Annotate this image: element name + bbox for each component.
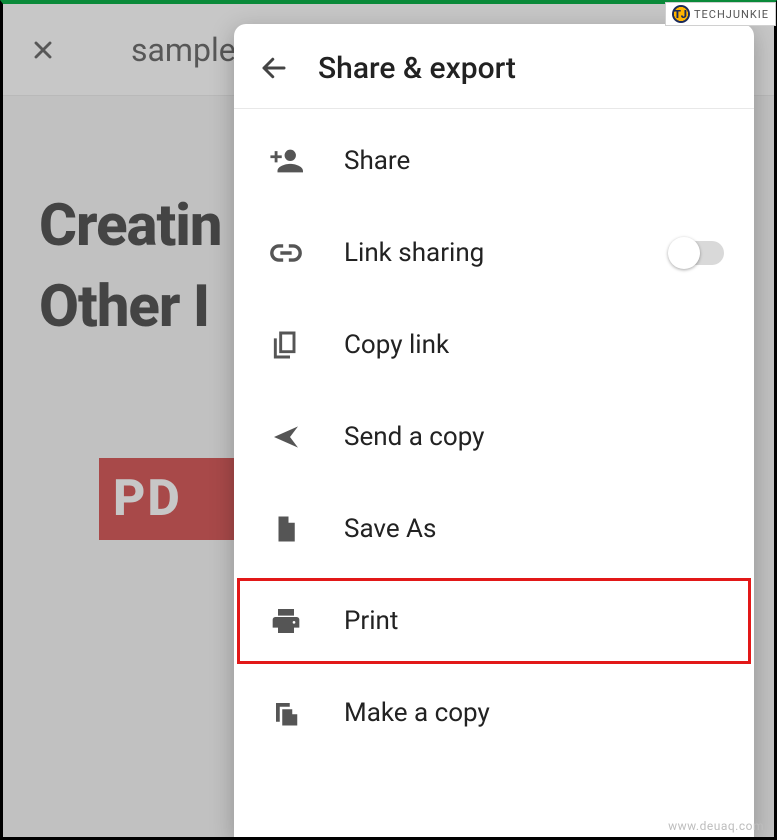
person-add-icon xyxy=(264,139,308,183)
send-icon xyxy=(264,415,308,459)
file-icon xyxy=(264,507,308,551)
menu-label: Copy link xyxy=(344,330,724,360)
copy-icon xyxy=(264,323,308,367)
watermark-text: TECHJUNKIE xyxy=(694,8,769,21)
duplicate-icon xyxy=(264,691,308,735)
link-icon xyxy=(264,231,308,275)
watermark-bottom-right: www.deuaq.com xyxy=(668,819,764,833)
menu-label: Share xyxy=(344,146,724,176)
menu-item-send-copy[interactable]: Send a copy xyxy=(234,391,754,483)
techjunkie-logo-icon: TJ xyxy=(672,5,690,23)
print-icon xyxy=(264,599,308,643)
arrow-left-icon xyxy=(259,53,289,83)
menu-label: Send a copy xyxy=(344,422,724,452)
menu-item-print[interactable]: Print xyxy=(234,575,754,667)
menu-item-save-as[interactable]: Save As xyxy=(234,483,754,575)
sheet-title: Share & export xyxy=(318,51,516,86)
menu-label: Save As xyxy=(344,514,724,544)
link-sharing-toggle[interactable] xyxy=(670,241,724,265)
sheet-header: Share & export xyxy=(234,24,754,109)
menu-item-share[interactable]: Share xyxy=(234,115,754,207)
share-export-sheet: Share & export Share Link sharing Copy l… xyxy=(234,24,754,837)
back-button[interactable] xyxy=(254,48,294,88)
menu-item-copy-link[interactable]: Copy link xyxy=(234,299,754,391)
menu-item-link-sharing[interactable]: Link sharing xyxy=(234,207,754,299)
menu-item-make-copy[interactable]: Make a copy xyxy=(234,667,754,759)
menu-label: Print xyxy=(344,606,724,636)
menu-label: Link sharing xyxy=(344,238,634,268)
watermark-top-right: TJ TECHJUNKIE xyxy=(665,2,776,26)
menu-list: Share Link sharing Copy link Send a copy xyxy=(234,109,754,837)
menu-label: Make a copy xyxy=(344,698,724,728)
